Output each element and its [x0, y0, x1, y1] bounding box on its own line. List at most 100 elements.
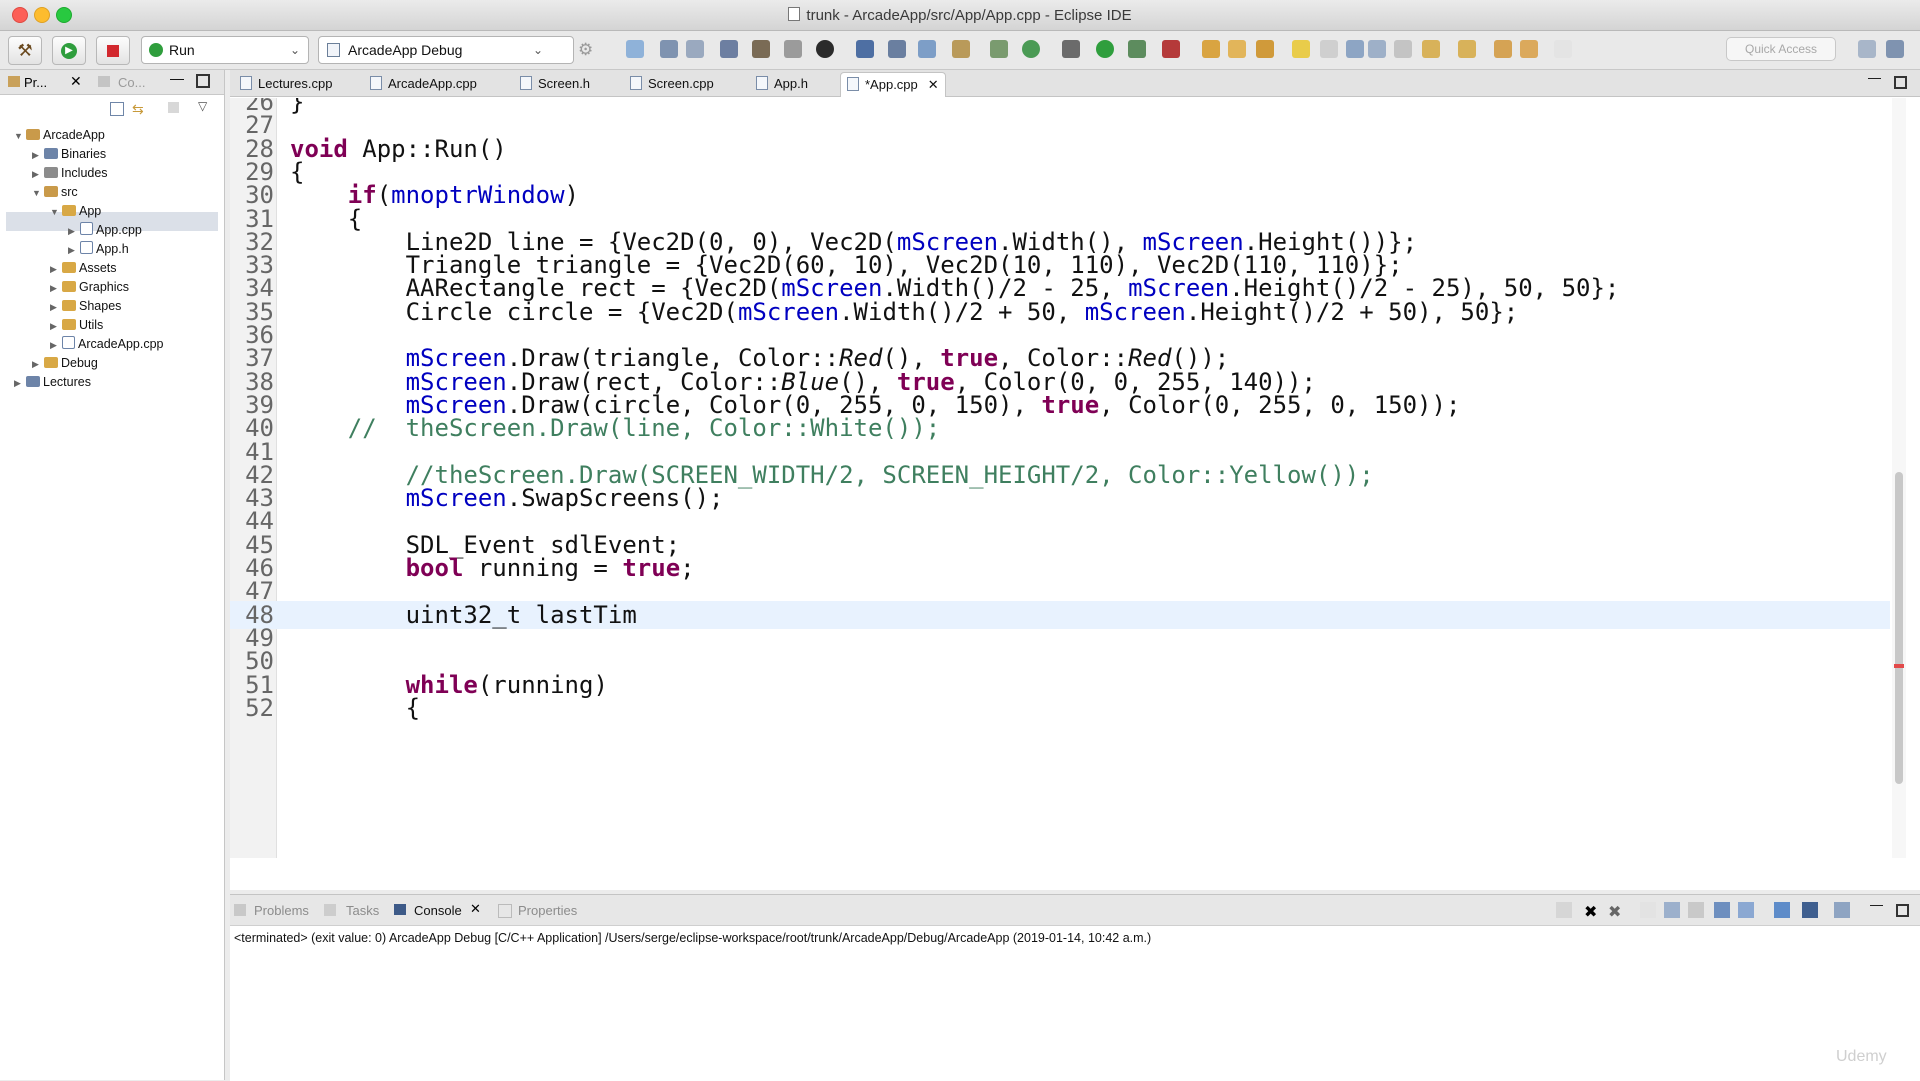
launch-target-select[interactable]: ArcadeApp Debug ⌄: [318, 36, 574, 64]
coverage-icon[interactable]: [1128, 40, 1146, 58]
display-console-icon[interactable]: [1802, 902, 1818, 918]
next-annotation-icon[interactable]: [1422, 40, 1440, 58]
edit-icon[interactable]: [1256, 40, 1274, 58]
remove-all-icon[interactable]: ✖: [1608, 902, 1624, 921]
tree-item-src[interactable]: ▼ src: [32, 183, 78, 202]
tab-problems[interactable]: Problems: [254, 902, 309, 920]
vertical-scrollbar[interactable]: [1892, 98, 1906, 858]
tree-item-app-folder[interactable]: ▼ App: [50, 202, 101, 221]
tab-properties[interactable]: Properties: [518, 902, 577, 920]
external-tools-icon[interactable]: [1162, 40, 1180, 58]
open-folder-icon[interactable]: [1202, 40, 1220, 58]
tab-console[interactable]: Console: [414, 902, 462, 920]
cpp-app-icon: [327, 43, 340, 57]
tab-app-h[interactable]: App.h: [756, 74, 808, 94]
cpp-perspective-icon[interactable]: [1886, 40, 1904, 58]
show-on-error-icon[interactable]: [1738, 902, 1754, 918]
tab-tasks[interactable]: Tasks: [346, 902, 379, 920]
prev-annotation-icon[interactable]: [1458, 40, 1476, 58]
tree-item-app-cpp[interactable]: ▶ App.cpp: [68, 221, 142, 240]
filter-icon[interactable]: [168, 102, 179, 113]
tab-app-cpp-active[interactable]: *App.cpp ✕: [840, 72, 946, 97]
run-button[interactable]: ▶: [52, 36, 86, 65]
close-icon[interactable]: ✕: [70, 73, 82, 90]
tab-arcadeapp-cpp[interactable]: ArcadeApp.cpp: [370, 74, 477, 94]
folder-icon[interactable]: [952, 40, 970, 58]
build-icon[interactable]: [752, 40, 770, 58]
tree-item-utils[interactable]: ▶ Utils: [50, 316, 103, 335]
terminal-icon[interactable]: [856, 40, 874, 58]
tab-label: Screen.cpp: [648, 76, 714, 91]
tree-item-assets[interactable]: ▶ Assets: [50, 259, 117, 278]
open-perspective-icon[interactable]: [1858, 40, 1876, 58]
debug-icon[interactable]: [816, 40, 834, 58]
run-config-select[interactable]: Run ⌄: [141, 36, 309, 64]
error-marker[interactable]: [1894, 664, 1904, 668]
tree-item-arcadeapp[interactable]: ▼ ArcadeApp: [14, 126, 105, 145]
class-icon[interactable]: [990, 40, 1008, 58]
debug-bug-icon[interactable]: [1062, 40, 1080, 58]
gear-icon[interactable]: ⚙: [578, 40, 593, 60]
scrollbar-thumb[interactable]: [1895, 472, 1903, 784]
tab-project-explorer[interactable]: Pr...: [24, 73, 47, 93]
link-icon[interactable]: [1320, 40, 1338, 58]
clear-console-icon[interactable]: [1640, 902, 1656, 918]
tab-lectures-cpp[interactable]: Lectures.cpp: [240, 74, 332, 94]
folder-open-icon[interactable]: [1228, 40, 1246, 58]
close-icon[interactable]: ✕: [470, 901, 481, 917]
link-with-editor-icon[interactable]: ⇆: [132, 101, 144, 118]
save-icon[interactable]: [660, 40, 678, 58]
maximize-icon[interactable]: [1896, 904, 1909, 917]
refresh-icon[interactable]: [1022, 40, 1040, 58]
tree-item-binaries[interactable]: ▶ Binaries: [32, 145, 106, 164]
save-all-icon[interactable]: [686, 40, 704, 58]
back-icon[interactable]: [1520, 40, 1538, 58]
chevron-right-icon: ▶: [14, 378, 21, 388]
code-lines[interactable]: 26} 27 28 void App::Run() 29{30 if(mnoptrWin…: [230, 98, 1890, 858]
last-edit-icon[interactable]: [1494, 40, 1512, 58]
mark-occurrences-icon[interactable]: [1346, 40, 1364, 58]
scroll-lock-icon[interactable]: [1664, 902, 1680, 918]
tree-item-shapes[interactable]: ▶ Shapes: [50, 297, 121, 316]
open-console-icon[interactable]: [1834, 902, 1850, 918]
tab-screen-cpp[interactable]: Screen.cpp: [630, 74, 714, 94]
show-on-output-icon[interactable]: [1714, 902, 1730, 918]
print-icon[interactable]: [784, 40, 802, 58]
maximize-icon[interactable]: [1894, 76, 1907, 89]
code-text[interactable]: {: [290, 694, 420, 722]
run-last-icon[interactable]: [1096, 40, 1114, 58]
tab-label: App.h: [774, 76, 808, 91]
tree-item-app-h[interactable]: ▶ App.h: [68, 240, 129, 259]
tree-item-arcadeapp-cpp[interactable]: ▶ ArcadeApp.cpp: [50, 335, 163, 354]
minimize-icon[interactable]: —: [170, 70, 184, 86]
tab-c-projects[interactable]: Co...: [118, 73, 145, 93]
quick-access-input[interactable]: Quick Access: [1726, 37, 1836, 61]
line-number: 52: [245, 693, 274, 722]
tree-item-includes[interactable]: ▶ Includes: [32, 164, 108, 183]
minimize-icon[interactable]: —: [1868, 70, 1881, 85]
tab-screen-h[interactable]: Screen.h: [520, 74, 590, 94]
build-hammer-button[interactable]: ⚒: [8, 36, 42, 65]
tree-item-lectures[interactable]: ▶ Lectures: [14, 373, 91, 392]
tree-item-graphics[interactable]: ▶ Graphics: [50, 278, 129, 297]
tree-item-debug[interactable]: ▶ Debug: [32, 354, 98, 373]
block-select-icon[interactable]: [1368, 40, 1386, 58]
code-line[interactable]: 52 {: [230, 694, 1890, 722]
package-icon[interactable]: [918, 40, 936, 58]
pilcrow-icon[interactable]: [1394, 40, 1412, 58]
terminate-icon[interactable]: [1556, 902, 1572, 918]
stop-button[interactable]: [96, 36, 130, 65]
minimize-icon[interactable]: —: [1870, 897, 1883, 912]
remove-launch-icon[interactable]: ✖: [1584, 902, 1600, 921]
word-wrap-icon[interactable]: [1688, 902, 1704, 918]
pointer-icon[interactable]: [888, 40, 906, 58]
maximize-icon[interactable]: [196, 74, 210, 88]
highlight-icon[interactable]: [1292, 40, 1310, 58]
forward-icon[interactable]: [1554, 40, 1572, 58]
open-type-icon[interactable]: [720, 40, 738, 58]
close-icon[interactable]: ✕: [928, 77, 939, 92]
pin-console-icon[interactable]: [1774, 902, 1790, 918]
view-menu-icon[interactable]: ▽: [198, 99, 207, 113]
new-file-icon[interactable]: [626, 40, 644, 58]
collapse-all-icon[interactable]: [110, 102, 124, 116]
